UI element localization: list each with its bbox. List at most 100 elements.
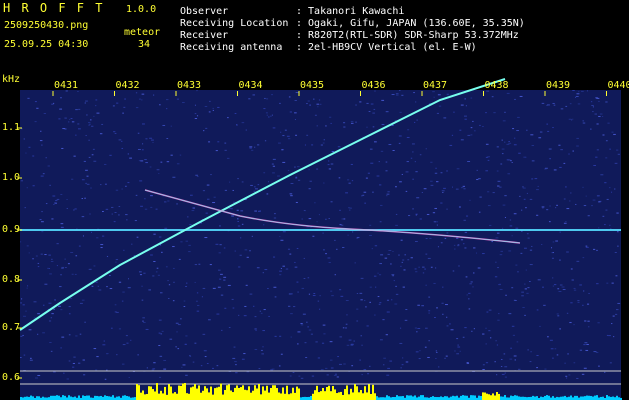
signal-bar — [54, 395, 56, 400]
signal-bar — [38, 396, 40, 400]
signal-bar — [410, 395, 412, 400]
x-tick-label: 0439 — [546, 80, 571, 91]
signal-bar — [480, 396, 482, 400]
signal-bar — [576, 395, 578, 400]
signal-bar — [592, 396, 594, 400]
signal-bar — [252, 390, 254, 400]
signal-bar — [206, 388, 208, 400]
signal-bar — [616, 395, 618, 400]
signal-bar — [126, 395, 128, 400]
signal-bar — [500, 396, 502, 400]
signal-bar — [450, 396, 452, 400]
signal-bar — [454, 396, 456, 400]
signal-bar — [432, 396, 434, 400]
signal-bar — [330, 391, 332, 400]
signal-bar — [460, 395, 462, 400]
signal-bar — [256, 388, 258, 400]
signal-bar — [580, 396, 582, 400]
signal-bar — [472, 395, 474, 400]
signal-bar — [350, 388, 352, 400]
signal-bar — [162, 393, 164, 400]
signal-bar — [210, 386, 212, 400]
signal-bar — [178, 385, 180, 400]
signal-bar — [396, 395, 398, 400]
signal-bar — [68, 395, 70, 400]
signal-bar — [58, 395, 60, 400]
signal-bar — [170, 386, 172, 400]
signal-bar — [276, 388, 278, 400]
signal-bar — [518, 396, 520, 400]
signal-bar — [254, 385, 256, 400]
signal-bar — [118, 396, 120, 400]
signal-bar — [388, 396, 390, 400]
signal-bar — [360, 390, 362, 400]
signal-bar — [462, 395, 464, 400]
signal-bar — [292, 387, 294, 400]
signal-bar — [516, 395, 518, 400]
signal-bar — [514, 395, 516, 400]
signal-bar — [198, 385, 200, 400]
signal-bar — [328, 385, 330, 400]
signal-bar — [334, 389, 336, 400]
y-tick-label: 0.9 — [2, 224, 21, 235]
signal-bar — [128, 396, 130, 400]
signal-bar — [586, 395, 588, 400]
signal-bar — [146, 393, 148, 400]
signal-bar — [354, 384, 356, 400]
signal-bar — [204, 386, 206, 400]
signal-bar — [100, 395, 102, 400]
signal-bar — [284, 393, 286, 400]
signal-bar — [418, 396, 420, 400]
signal-bar — [142, 390, 144, 400]
signal-bar — [108, 396, 110, 400]
signal-bar — [248, 386, 250, 400]
signal-bar — [412, 396, 414, 400]
signal-bar — [512, 396, 514, 400]
spectrogram — [17, 78, 622, 400]
signal-bar — [202, 390, 204, 400]
signal-bar — [176, 393, 178, 400]
signal-bar — [220, 383, 222, 400]
signal-bar — [164, 386, 166, 400]
signal-bar — [172, 393, 174, 400]
signal-bar — [270, 387, 272, 400]
carrier-line — [20, 229, 621, 231]
signal-bar — [608, 396, 610, 400]
signal-bar — [144, 394, 146, 400]
signal-bar — [588, 395, 590, 400]
signal-bar — [484, 392, 486, 400]
signal-bar — [50, 395, 52, 400]
signal-bar — [482, 392, 484, 400]
signal-bar — [280, 393, 282, 400]
signal-bar — [216, 387, 218, 400]
signal-bar — [230, 390, 232, 400]
signal-bar — [104, 395, 106, 400]
x-tick-label: 0432 — [115, 80, 140, 91]
signal-bar — [596, 395, 598, 400]
signal-bar — [274, 385, 276, 400]
signal-bar — [246, 390, 248, 400]
x-tick-label: 0434 — [238, 80, 263, 91]
signal-bar — [244, 389, 246, 400]
signal-bar — [272, 385, 274, 400]
signal-bar — [570, 395, 572, 400]
signal-bar — [456, 395, 458, 400]
signal-bar — [190, 387, 192, 400]
signal-bar — [342, 394, 344, 400]
signal-bar — [264, 390, 266, 400]
signal-bar — [74, 396, 76, 400]
signal-bar — [540, 396, 542, 400]
signal-bar — [96, 395, 98, 400]
signal-bar — [36, 396, 38, 400]
signal-bar — [452, 395, 454, 400]
signal-bar — [140, 392, 142, 400]
signal-bar — [26, 396, 28, 400]
y-tick-label: 1.1 — [2, 122, 21, 133]
signal-bar — [398, 396, 400, 400]
signal-bar — [340, 391, 342, 400]
signal-bar — [612, 396, 614, 400]
signal-bar — [552, 396, 554, 400]
signal-bar — [180, 385, 182, 400]
signal-bar — [316, 385, 318, 400]
signal-bar — [406, 395, 408, 400]
